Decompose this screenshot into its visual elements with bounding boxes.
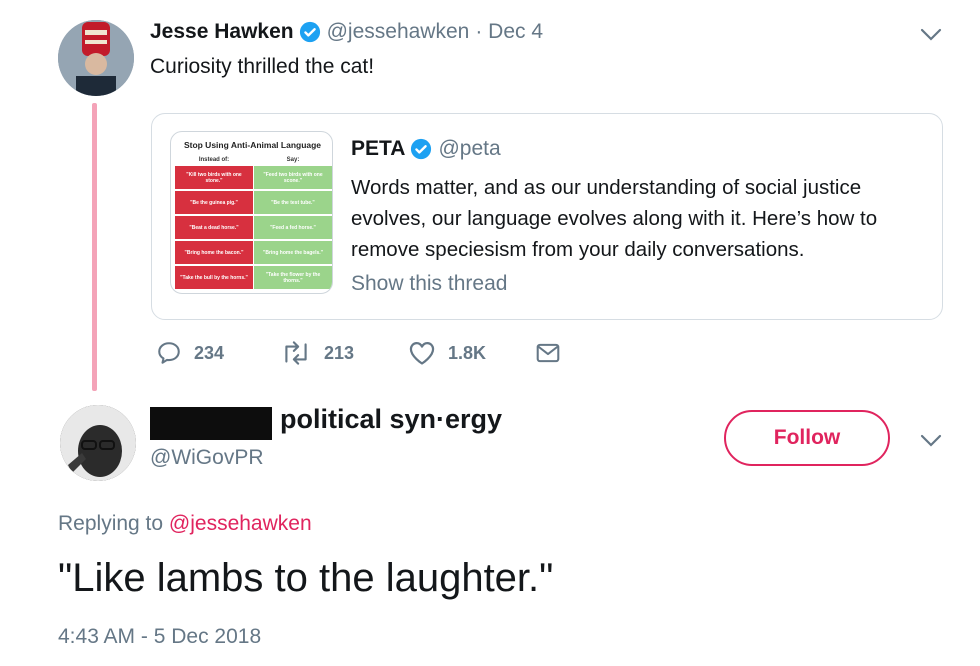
tweet-date[interactable]: · Dec 4 [475, 20, 543, 44]
reply-icon [158, 342, 180, 364]
replying-handle-link[interactable]: @jessehawken [169, 512, 312, 535]
image-column-right: Say: "Feed two birds with one scone." "B… [254, 157, 332, 291]
author-name[interactable]: political syn·ergy [280, 404, 502, 435]
image-title: Stop Using Anti-Animal Language [183, 140, 322, 150]
tweet-header: Jesse Hawken @jessehawken · Dec 4 [150, 20, 543, 44]
chevron-down-icon[interactable] [920, 434, 942, 448]
heart-icon [409, 341, 435, 365]
quoted-tweet-image[interactable]: Stop Using Anti-Animal Language Instead … [170, 131, 333, 294]
column-header: Say: [286, 157, 300, 163]
image-column-left: Instead of: "Kill two birds with one sto… [175, 157, 253, 291]
column-header: Instead of: [198, 157, 230, 163]
like-count: 1.8K [448, 342, 487, 363]
retweet-button[interactable]: 213 [280, 340, 354, 366]
tweet-timestamp[interactable]: 4:43 AM - 5 Dec 2018 [58, 625, 261, 649]
list-item: "Take the flower by the thorns." [254, 266, 332, 289]
verified-badge-icon [299, 21, 320, 43]
list-item: "Kill two birds with one stone." [175, 166, 253, 189]
list-item: "Beat a dead horse." [175, 216, 253, 239]
retweet-icon [285, 341, 307, 365]
list-item: "Feed a fed horse." [254, 216, 332, 239]
follow-button[interactable]: Follow [724, 410, 890, 466]
envelope-icon [536, 343, 560, 363]
message-button[interactable] [535, 340, 573, 366]
reply-count: 234 [194, 342, 225, 363]
list-item: "Bring home the bacon." [175, 241, 253, 264]
list-item: "Feed two birds with one scone." [254, 166, 332, 189]
list-item: "Bring home the bagels." [254, 241, 332, 264]
thread-line [92, 103, 97, 391]
author-handle[interactable]: @WiGovPR [150, 446, 264, 470]
list-item: "Be the test tube." [254, 191, 332, 214]
quoted-tweet-header: PETA @peta [351, 137, 501, 161]
avatar[interactable] [60, 405, 136, 481]
chevron-down-icon[interactable] [920, 28, 942, 42]
avatar[interactable] [58, 20, 134, 96]
quoted-tweet-text: Words matter, and as our understanding o… [351, 176, 878, 261]
list-item: "Take the bull by the horns." [175, 266, 253, 289]
retweet-count: 213 [324, 342, 355, 363]
quoted-author-name: PETA [351, 137, 406, 160]
tweet-text: Curiosity thrilled the cat! [150, 55, 375, 78]
list-item: "Be the guinea pig." [175, 191, 253, 214]
reply-button[interactable]: 234 [156, 340, 224, 366]
verified-badge-icon [411, 138, 432, 160]
author-handle[interactable]: @jessehawken [327, 20, 470, 44]
like-button[interactable]: 1.8K [408, 340, 486, 366]
quoted-author-handle: @peta [438, 137, 501, 160]
tweet-text: "Like lambs to the laughter." [58, 556, 554, 600]
show-thread-link[interactable]: Show this thread [351, 272, 507, 296]
redacted-name [150, 407, 272, 440]
replying-prefix: Replying to [58, 512, 164, 535]
replying-to: Replying to @jessehawken [58, 512, 312, 536]
author-name[interactable]: Jesse Hawken [150, 20, 294, 44]
